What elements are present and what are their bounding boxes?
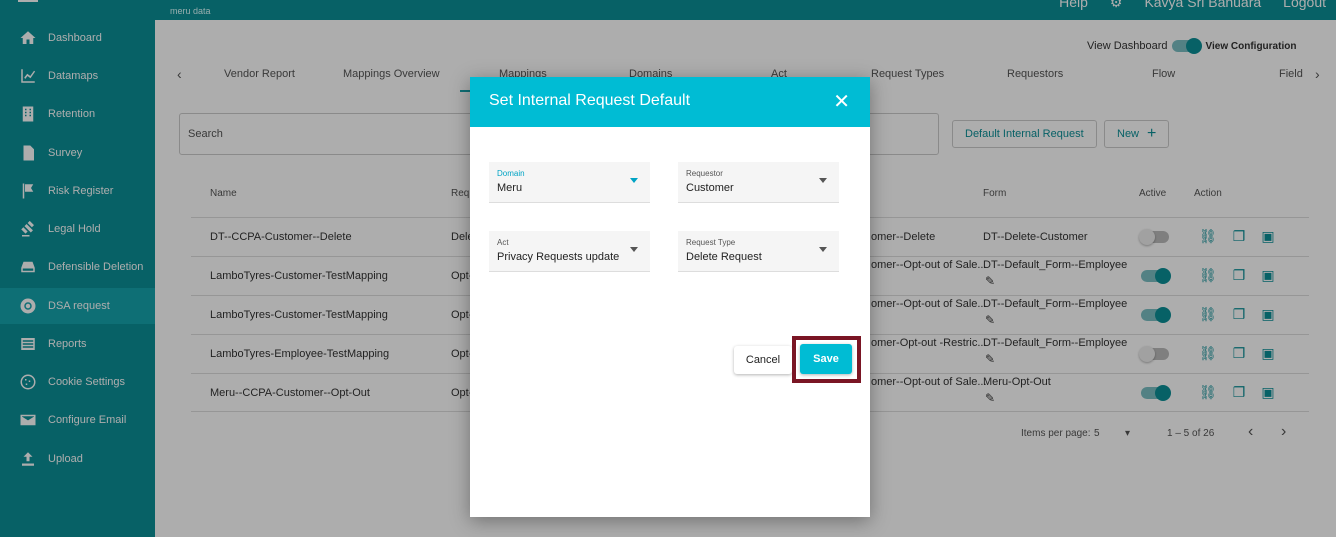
request-type-label: Request Type: [686, 238, 736, 247]
cancel-button[interactable]: Cancel: [734, 346, 792, 374]
dialog-title: Set Internal Request Default: [489, 92, 691, 109]
chevron-down-icon: [630, 178, 638, 183]
internal-request-default-dialog: Set Internal Request Default ✕ Domain Me…: [470, 77, 870, 517]
chevron-down-icon: [630, 247, 638, 252]
chevron-down-icon: [819, 247, 827, 252]
request-type-value: Delete Request: [686, 251, 762, 263]
act-label: Act: [497, 238, 509, 247]
domain-value: Meru: [497, 182, 523, 194]
act-value: Privacy Requests update: [497, 251, 620, 263]
requestor-value: Customer: [686, 182, 734, 194]
requestor-select[interactable]: Requestor Customer: [678, 162, 839, 203]
domain-label: Domain: [497, 169, 525, 178]
request-type-select[interactable]: Request Type Delete Request: [678, 231, 839, 272]
chevron-down-icon: [819, 178, 827, 183]
close-icon[interactable]: ✕: [833, 89, 850, 114]
domain-select[interactable]: Domain Meru: [489, 162, 650, 203]
requestor-label: Requestor: [686, 169, 723, 178]
dialog-header: Set Internal Request Default ✕: [470, 77, 870, 127]
save-button[interactable]: Save: [800, 344, 852, 374]
act-select[interactable]: Act Privacy Requests update: [489, 231, 650, 272]
